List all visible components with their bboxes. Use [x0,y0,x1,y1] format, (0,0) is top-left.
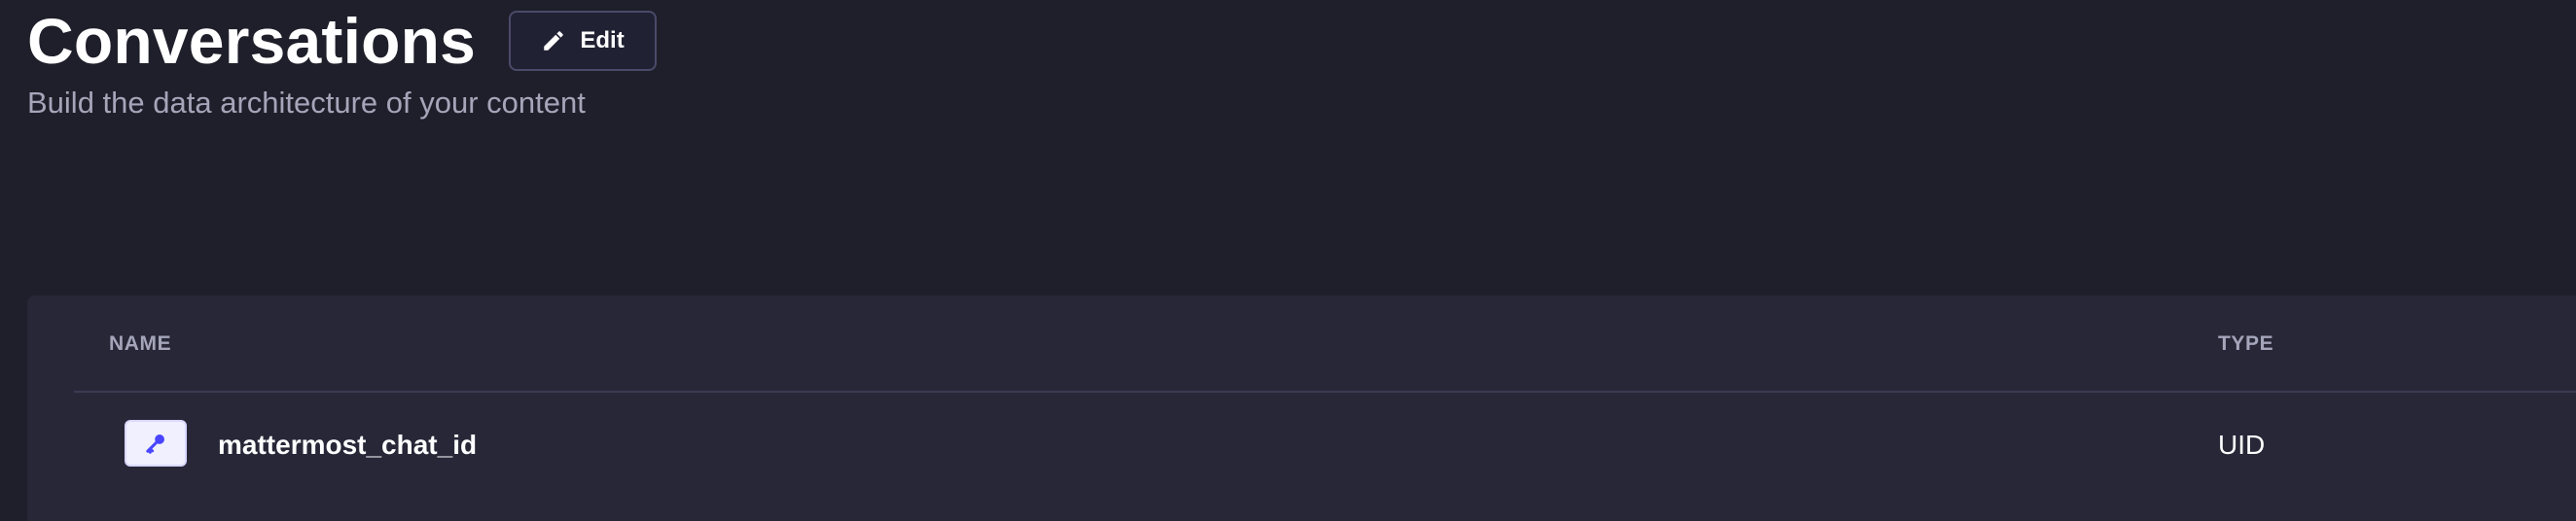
page-header: Conversations Edit Build the data archit… [27,0,658,122]
edit-button[interactable]: Edit [509,11,658,71]
column-header-name: NAME [109,332,172,355]
title-row: Conversations Edit [27,0,658,82]
field-type: UID [2218,430,2266,460]
table-header: NAME TYPE [74,295,2576,393]
field-name: mattermost_chat_id [218,430,478,460]
page-subtitle: Build the data architecture of your cont… [27,86,586,120]
pencil-icon [541,28,566,53]
edit-button-label: Edit [580,27,625,53]
key-icon [125,420,187,467]
column-header-type: TYPE [2218,332,2274,355]
page-title: Conversations [27,5,477,77]
fields-table: NAME TYPE mattermost_chat_id UID [27,295,2576,521]
content-type-page: Conversations Edit Build the data archit… [0,0,2576,521]
table-row[interactable]: mattermost_chat_id UID [74,393,2576,521]
